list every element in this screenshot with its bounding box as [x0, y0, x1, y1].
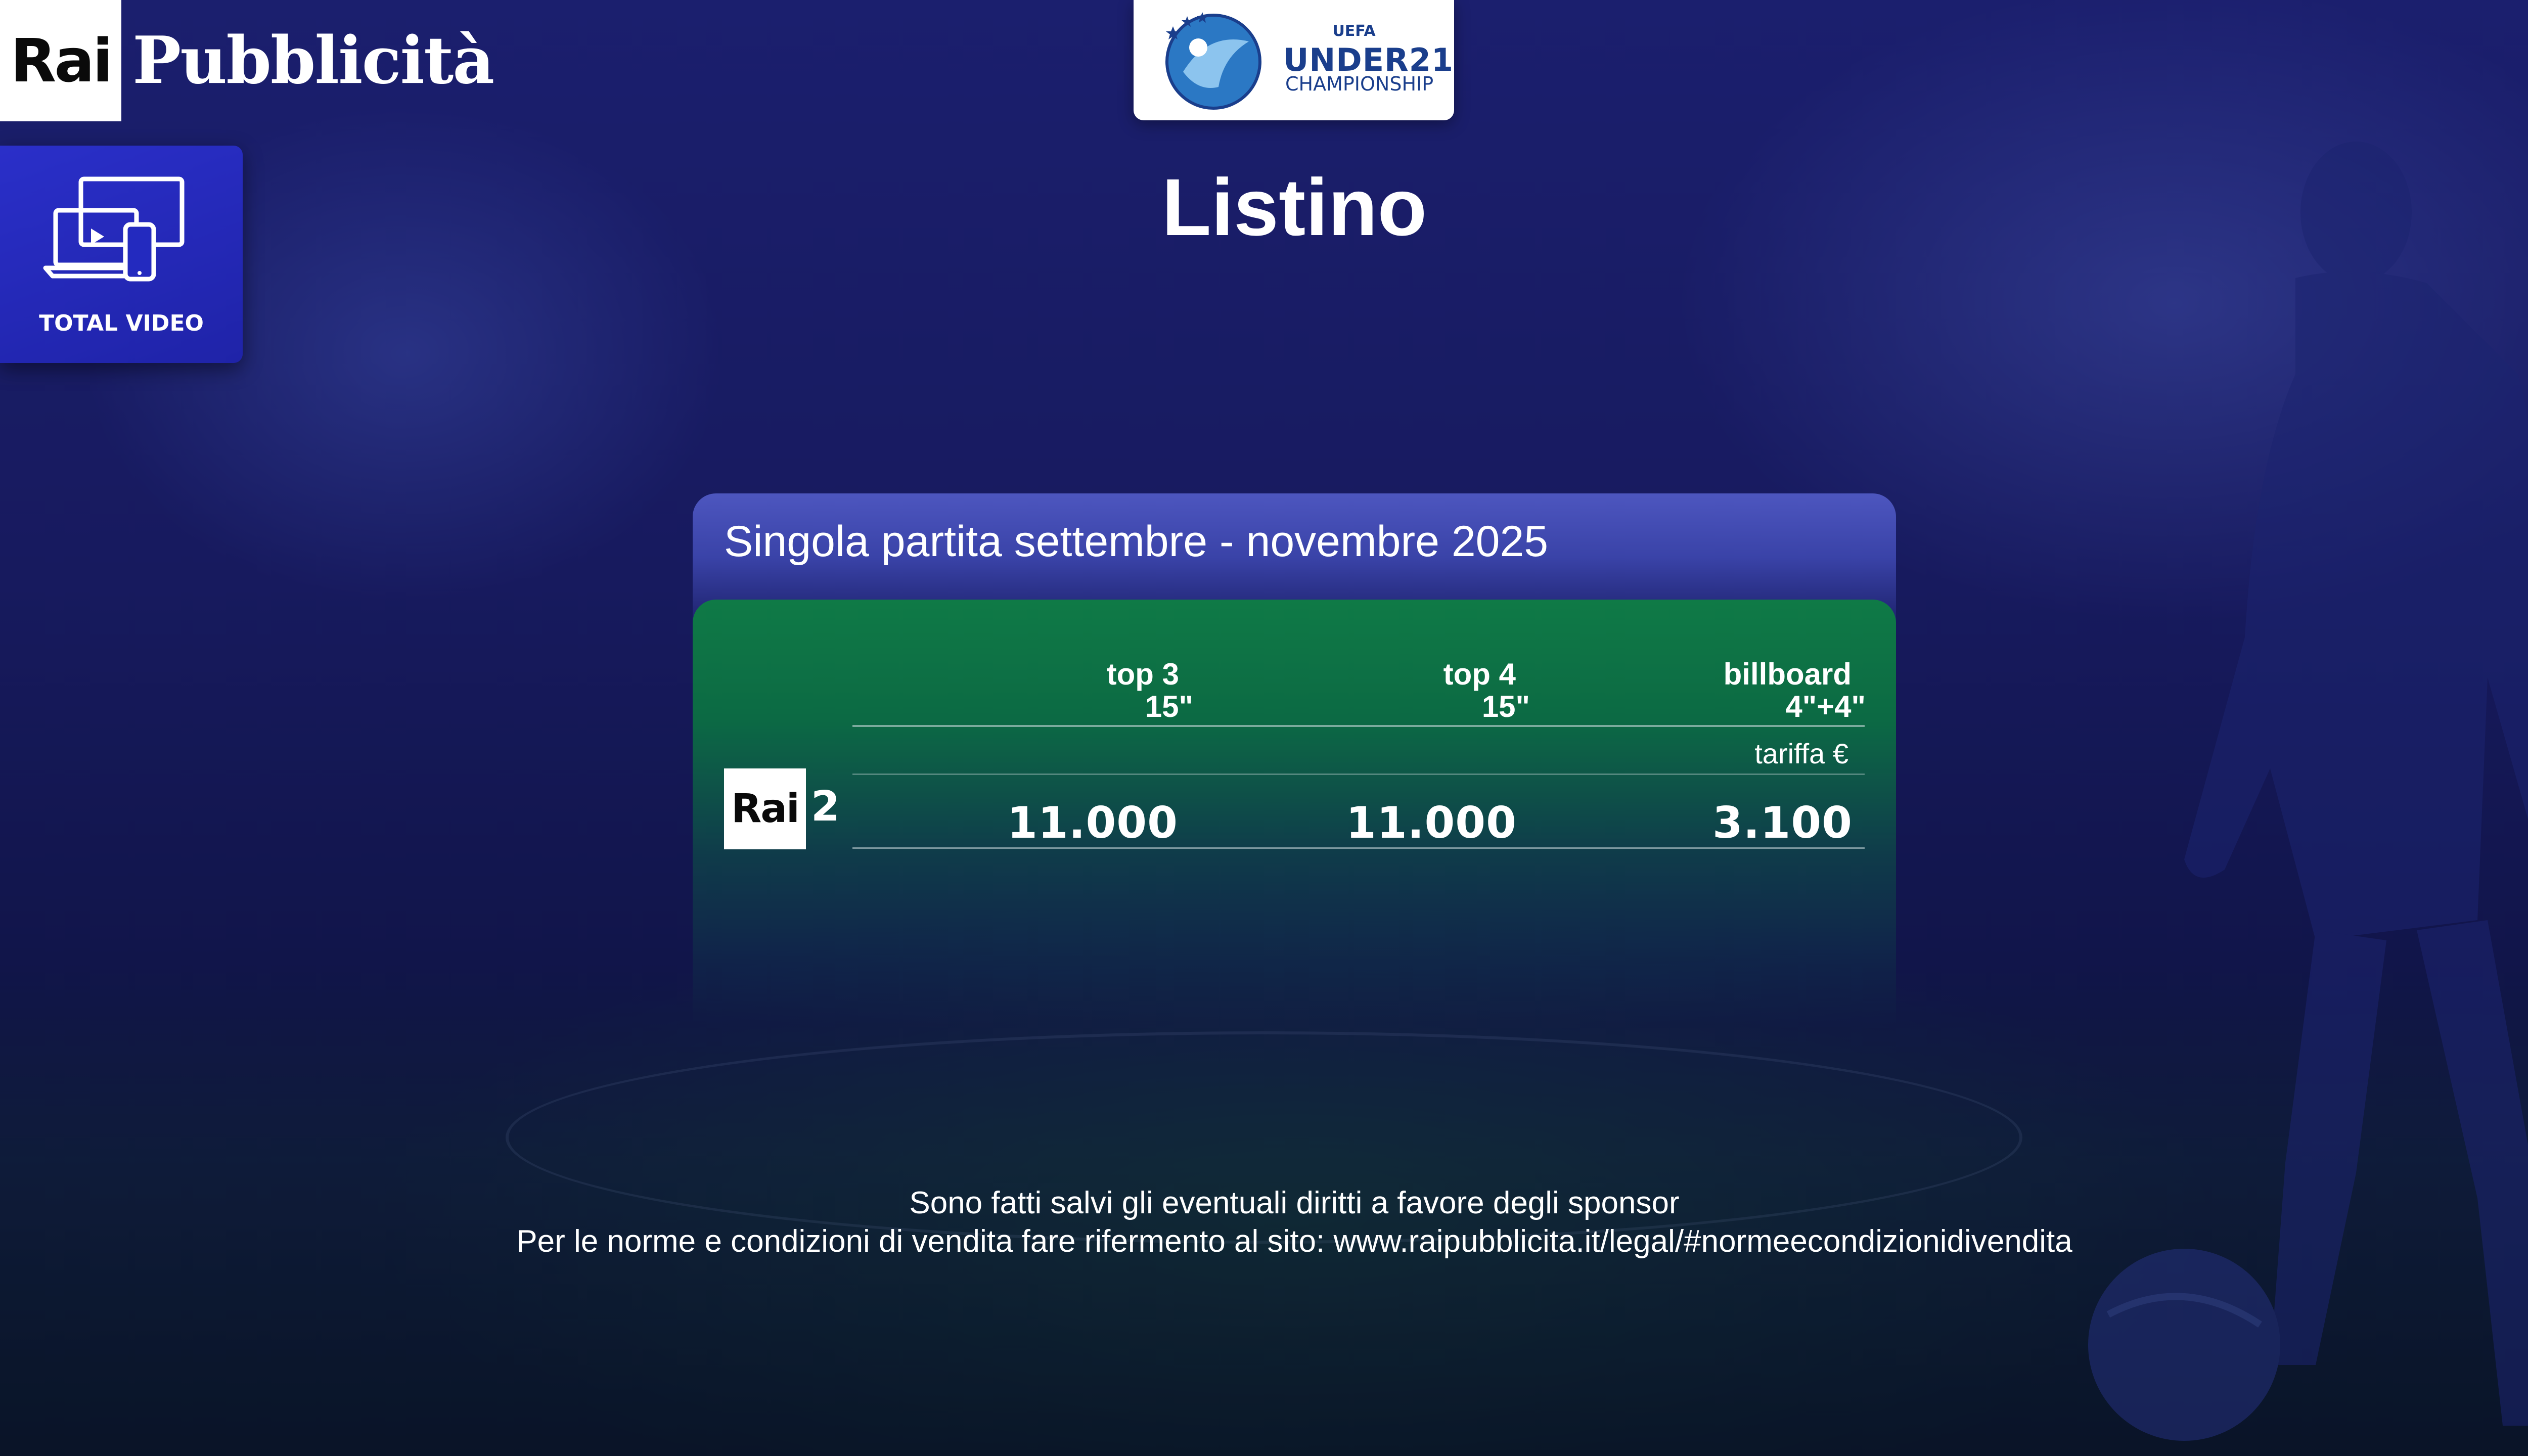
- column-header-top4: top 4 15": [1378, 658, 1530, 723]
- column-header-line1: billboard: [1723, 657, 1852, 691]
- rai2-logo-text: Rai: [731, 786, 799, 832]
- row-divider: [852, 847, 1865, 849]
- column-header-line1: top 3: [1106, 657, 1179, 691]
- rai2-channel-number: 2: [811, 783, 840, 831]
- column-header-line2: 15": [1145, 690, 1193, 723]
- price-billboard: 3.100: [1712, 798, 1853, 848]
- column-header-line1: top 4: [1443, 657, 1516, 691]
- uefa-emblem-icon: [1165, 12, 1261, 110]
- total-video-label: TOTAL VIDEO: [39, 310, 204, 336]
- column-header-line2: 4"+4": [1785, 690, 1866, 723]
- price-panel-heading: Singola partita settembre - novembre 202…: [724, 517, 1549, 566]
- tariff-label: tariffa €: [1754, 738, 1848, 769]
- uefa-label: UEFA: [1332, 22, 1376, 40]
- header-divider: [852, 725, 1865, 727]
- footer-sponsor-note: Sono fatti salvi gli eventuali diritti a…: [909, 1186, 1680, 1220]
- price-top4: 11.000: [1346, 798, 1517, 848]
- column-header-billboard: billboard 4"+4": [1638, 658, 1866, 723]
- column-header-line2: 15": [1481, 690, 1530, 723]
- championship-label: CHAMPIONSHIP: [1285, 73, 1434, 95]
- tariff-divider: [852, 774, 1865, 775]
- page-title: Listino: [1161, 162, 1427, 252]
- column-header-top3: top 3 15": [1042, 658, 1193, 723]
- rai-logo-text: Rai: [10, 26, 113, 96]
- rai-logo: Rai: [0, 0, 121, 121]
- rai2-logo: Rai: [724, 768, 806, 849]
- footer-terms-note: Per le norme e condizioni di vendita far…: [516, 1224, 2072, 1259]
- brand-name: Pubblicità: [132, 23, 494, 99]
- price-top3: 11.000: [1007, 798, 1178, 848]
- uefa-under21-logo: UEFA UNDER21 CHAMPIONSHIP: [1134, 0, 1454, 120]
